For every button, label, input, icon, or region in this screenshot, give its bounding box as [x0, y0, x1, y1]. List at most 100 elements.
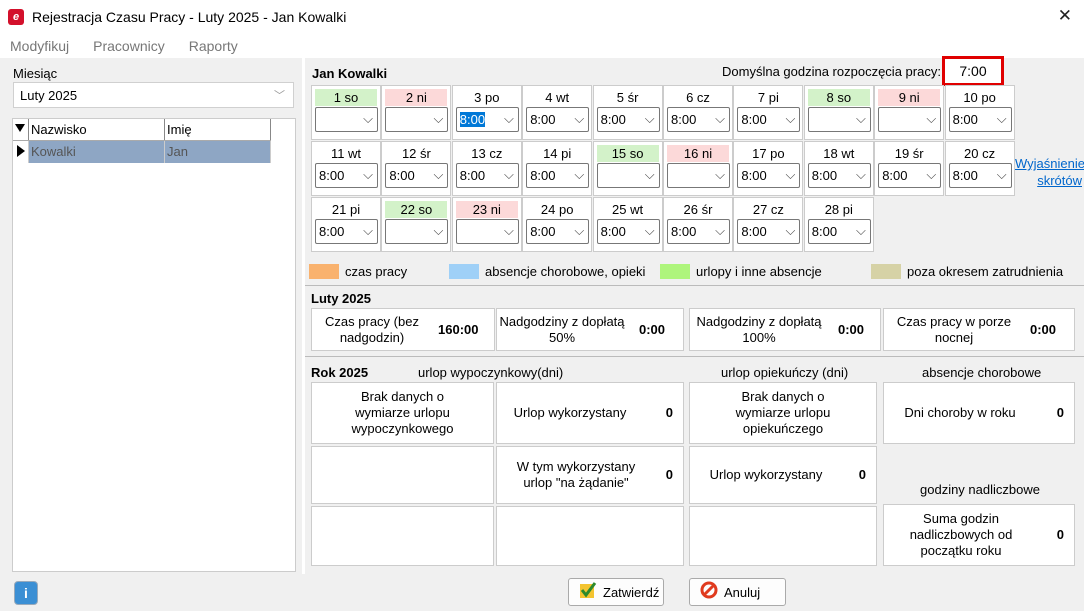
divider	[305, 356, 1084, 357]
day-start-value: 8:00	[530, 112, 556, 127]
day-start-select[interactable]: 8:00 ⌵	[315, 219, 378, 244]
chevron-down-icon: ﹀	[274, 90, 285, 102]
explain-shortcuts-link[interactable]: Wyjaśnienie skrótów	[1015, 155, 1084, 189]
vacation-nodata: Brak danych o wymiarze urlopu wypoczynko…	[311, 382, 494, 444]
cancel-icon	[700, 581, 718, 603]
day-start-select[interactable]: ⌵	[385, 107, 449, 132]
day-start-select[interactable]: 8:00 ⌵	[667, 219, 730, 244]
day-start-select[interactable]: 8:00 ⌵	[737, 163, 801, 188]
day-start-select[interactable]: ⌵	[596, 163, 660, 188]
day-cell: 9 ni ⌵	[874, 85, 945, 140]
menu-modyfikuj[interactable]: Modyfikuj	[10, 38, 69, 54]
day-start-select[interactable]: 8:00 ⌵	[526, 219, 590, 244]
chevron-down-icon: ⌵	[574, 111, 585, 126]
day-start-select[interactable]: 8:00 ⌵	[455, 107, 519, 132]
chevron-down-icon: ⌵	[715, 223, 725, 238]
chevron-down-icon: ⌵	[996, 111, 1007, 126]
table-row[interactable]: Kowalki Jan	[13, 141, 271, 163]
chevron-down-icon: ⌵	[715, 111, 725, 126]
day-start-value: 8:00	[459, 112, 486, 127]
day-cell: 4 wt 8:00 ⌵	[522, 85, 593, 140]
menu-pracownicy[interactable]: Pracownicy	[93, 38, 165, 54]
month-value: Luty 2025	[20, 88, 78, 103]
day-start-select[interactable]: 8:00 ⌵	[455, 163, 519, 188]
default-start-input[interactable]: 7:00	[942, 56, 1004, 86]
chevron-down-icon: ⌵	[433, 167, 444, 182]
cancel-button[interactable]: Anuluj	[689, 578, 786, 606]
chevron-down-icon: ⌵	[996, 167, 1007, 182]
day-start-select[interactable]: 8:00 ⌵	[807, 219, 871, 244]
legend-work: czas pracy	[309, 264, 407, 279]
day-cell: 12 śr 8:00 ⌵	[381, 141, 452, 196]
chevron-down-icon: ⌵	[644, 223, 655, 238]
day-start-select[interactable]: ⌵	[807, 107, 871, 132]
day-start-select[interactable]: 8:00 ⌵	[807, 163, 871, 188]
day-start-value: 8:00	[741, 112, 767, 127]
day-start-select[interactable]: 8:00 ⌵	[737, 107, 801, 132]
day-start-value: 8:00	[319, 224, 345, 239]
day-start-value: 8:00	[530, 224, 556, 239]
window-title: Rejestracja Czasu Pracy - Luty 2025 - Ja…	[32, 9, 347, 25]
day-start-select[interactable]: 8:00 ⌵	[385, 163, 449, 188]
chevron-down-icon: ⌵	[926, 167, 937, 182]
confirm-label: Zatwierdź	[603, 584, 660, 600]
day-start-select[interactable]: ⌵	[667, 163, 730, 188]
overtime-sum: Suma godzin nadliczbowych od początku ro…	[883, 504, 1075, 566]
sort-triangle-icon	[15, 124, 25, 132]
day-cell: 16 ni ⌵	[663, 141, 733, 196]
day-label: 7 pi	[757, 90, 779, 105]
left-pane: Miesiąc Luty 2025 ﹀ Nazwisko Imię Kowalk…	[0, 58, 302, 574]
day-label: 17 po	[752, 146, 785, 161]
menu-raporty[interactable]: Raporty	[189, 38, 238, 54]
day-start-select[interactable]: 8:00 ⌵	[526, 163, 590, 188]
day-start-select[interactable]: ⌵	[878, 107, 942, 132]
chevron-down-icon: ⌵	[363, 167, 373, 182]
row-surname: Kowalki	[29, 141, 165, 163]
day-label: 1 so	[315, 89, 377, 106]
day-start-select[interactable]: ⌵	[315, 107, 378, 132]
day-label: 10 po	[963, 90, 996, 105]
chevron-down-icon: ⌵	[855, 223, 866, 238]
day-start-select[interactable]: ⌵	[455, 219, 519, 244]
day-start-value: 8:00	[671, 224, 697, 239]
day-label: 12 śr	[401, 146, 431, 161]
confirm-button[interactable]: Zatwierdź	[568, 578, 664, 606]
day-label: 20 cz	[964, 146, 996, 161]
month-select[interactable]: Luty 2025 ﹀	[13, 82, 294, 108]
day-start-select[interactable]: 8:00 ⌵	[596, 107, 660, 132]
day-start-select[interactable]: ⌵	[385, 219, 449, 244]
chevron-down-icon: ⌵	[644, 111, 655, 126]
day-start-select[interactable]: 8:00 ⌵	[948, 163, 1012, 188]
close-icon[interactable]: ✕	[1058, 6, 1072, 26]
chevron-down-icon: ⌵	[503, 111, 514, 126]
summary-night: Czas pracy w porze nocnej 0:00	[883, 308, 1075, 351]
day-cell: 18 wt 8:00 ⌵	[803, 141, 874, 196]
sick-col-header: absencje chorobowe	[922, 365, 1042, 380]
day-label: 24 po	[540, 202, 574, 217]
day-label: 26 śr	[683, 202, 713, 217]
day-start-select[interactable]: 8:00 ⌵	[526, 107, 590, 132]
day-start-value: 8:00	[741, 224, 767, 239]
chevron-down-icon: ⌵	[785, 167, 796, 182]
col-name-header[interactable]: Imię	[165, 119, 271, 140]
day-start-select[interactable]: 8:00 ⌵	[315, 163, 378, 188]
empty-cell	[689, 506, 877, 566]
day-start-select[interactable]: 8:00 ⌵	[667, 107, 730, 132]
day-label: 16 ni	[667, 145, 729, 162]
day-cell: 3 po 8:00 ⌵	[451, 85, 522, 140]
chevron-down-icon: ⌵	[855, 167, 866, 182]
info-icon[interactable]: i	[14, 581, 38, 605]
day-label: 14 pi	[543, 146, 572, 161]
col-surname-header[interactable]: Nazwisko	[29, 119, 165, 140]
day-start-select[interactable]: 8:00 ⌵	[737, 219, 801, 244]
right-pane: Jan Kowalki Domyślna godzina rozpoczęcia…	[305, 56, 1084, 574]
day-start-select[interactable]: 8:00 ⌵	[596, 219, 660, 244]
day-cell: 10 po 8:00 ⌵	[944, 85, 1015, 140]
day-start-select[interactable]: 8:00 ⌵	[878, 163, 942, 188]
employee-name: Jan Kowalki	[312, 66, 388, 81]
row-name: Jan	[165, 141, 271, 163]
day-label: 22 so	[385, 201, 448, 218]
day-start-value: 8:00	[811, 224, 838, 239]
day-label: 2 ni	[385, 89, 448, 106]
day-start-select[interactable]: 8:00 ⌵	[948, 107, 1012, 132]
